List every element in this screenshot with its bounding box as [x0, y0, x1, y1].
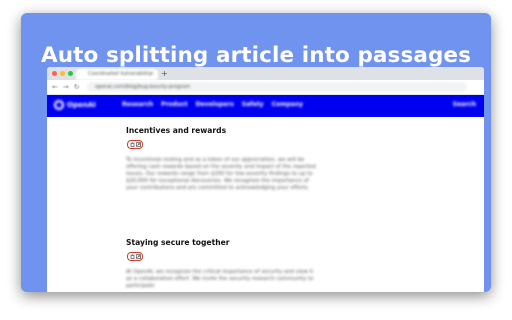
passage-action-buttons — [127, 140, 143, 149]
copy-icon[interactable] — [130, 142, 135, 147]
section-paragraph: At OpenAI, we recognize the critical imp… — [126, 269, 314, 289]
window-controls — [52, 71, 73, 76]
menu-item-safety[interactable]: Safety — [242, 101, 264, 108]
site-menu: Research Product Developers Safety Compa… — [122, 101, 303, 108]
browser-toolbar: ← → ↻ openai.com/blog/bug-bounty-program — [47, 80, 484, 95]
split-passage-icon[interactable] — [135, 142, 141, 147]
back-icon[interactable]: ← — [52, 82, 58, 92]
minimize-window-button[interactable] — [60, 71, 65, 76]
url-text: openai.com/blog/bug-bounty-program — [95, 84, 191, 90]
forward-icon[interactable]: → — [63, 82, 69, 92]
new-tab-icon[interactable]: + — [161, 68, 168, 79]
menu-item-research[interactable]: Research — [122, 101, 153, 108]
split-passage-icon[interactable] — [135, 254, 141, 259]
menu-item-company[interactable]: Company — [272, 101, 303, 108]
reload-icon[interactable]: ↻ — [74, 82, 80, 92]
logo-text: OpenAI — [67, 101, 96, 109]
close-window-button[interactable] — [52, 71, 57, 76]
browser-tab[interactable]: Coordinated Vulnerability Disclosure ✕ — [76, 69, 158, 88]
browser-window: Coordinated Vulnerability Disclosure ✕ +… — [47, 67, 484, 292]
site-nav-bar: OpenAI Research Product Developers Safet… — [47, 95, 484, 117]
promo-card: Auto splitting article into passages Coo… — [21, 13, 491, 292]
address-bar[interactable]: openai.com/blog/bug-bounty-program — [87, 82, 467, 92]
tab-bar: Coordinated Vulnerability Disclosure ✕ + — [47, 67, 484, 88]
headline: Auto splitting article into passages — [40, 43, 472, 68]
copy-icon[interactable] — [130, 254, 135, 259]
passage-action-buttons — [127, 252, 143, 261]
section-title: Incentives and rewards — [126, 126, 227, 135]
maximize-window-button[interactable] — [68, 71, 73, 76]
search-link[interactable]: Search — [453, 101, 476, 108]
close-icon[interactable]: ✕ — [150, 69, 154, 80]
section-title: Staying secure together — [126, 238, 230, 247]
menu-item-product[interactable]: Product — [161, 101, 187, 108]
openai-logo-icon — [54, 100, 64, 110]
site-logo[interactable]: OpenAI — [54, 100, 96, 110]
menu-item-developers[interactable]: Developers — [196, 101, 234, 108]
section-paragraph: To incentivize testing and as a token of… — [126, 157, 316, 191]
